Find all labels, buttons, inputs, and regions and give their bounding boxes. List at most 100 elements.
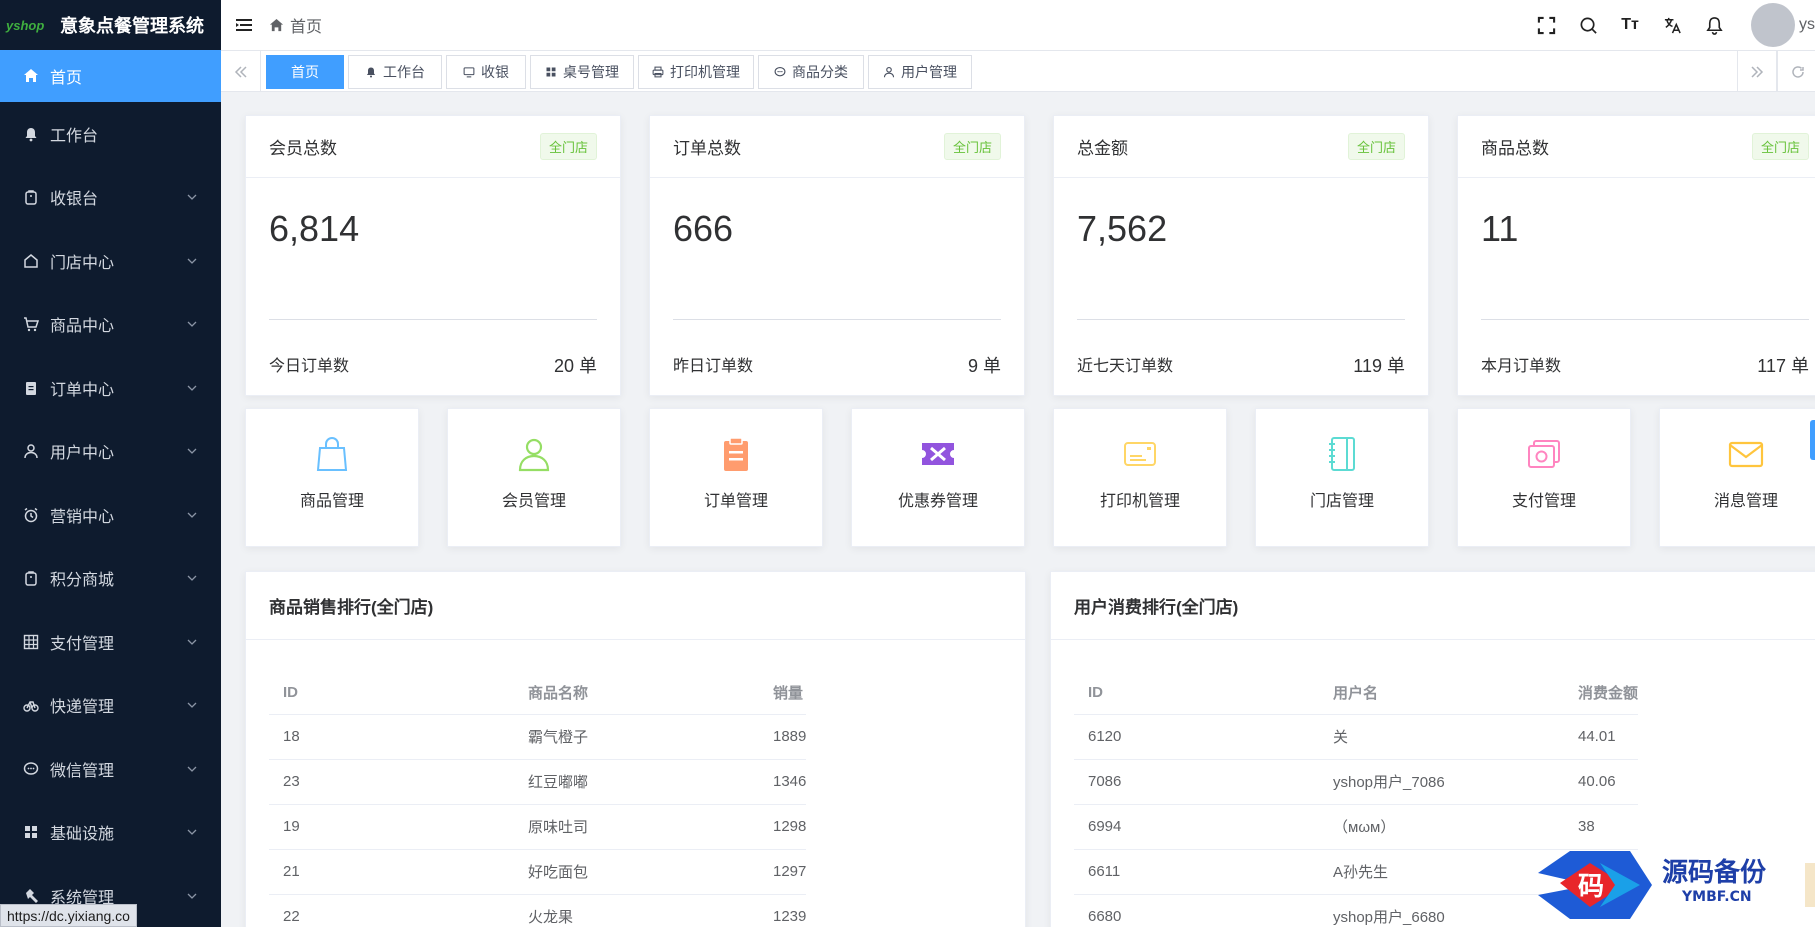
cart-icon	[24, 317, 39, 332]
tag-item[interactable]: 收银	[446, 55, 526, 89]
font-size-button[interactable]: Tт	[1609, 0, 1651, 50]
sidebar-item[interactable]: 商品中心	[0, 293, 221, 357]
sidebar-item[interactable]: 微信管理	[0, 737, 221, 801]
tags-scroll-right[interactable]	[1737, 51, 1777, 92]
tag-label: 商品分类	[792, 64, 848, 80]
avatar[interactable]	[1751, 3, 1795, 47]
quick-entry-tile[interactable]: 门店管理	[1255, 408, 1429, 547]
tag-list: 首页 工作台 收银 桌号管理 打印机管理 商品分类 用户管理	[266, 55, 972, 89]
settings-drawer-handle[interactable]	[1810, 420, 1815, 460]
tag-label: 收银	[481, 64, 509, 80]
apps-icon	[546, 67, 556, 77]
tags-scroll-left[interactable]	[221, 51, 261, 92]
tag-label: 用户管理	[901, 64, 957, 80]
apps-icon	[25, 826, 37, 839]
tag-label: 工作台	[383, 64, 425, 80]
tag-item[interactable]: 打印机管理	[638, 55, 754, 89]
table-row[interactable]: 21 好吃面包 1297	[269, 849, 807, 895]
tag-item[interactable]: 商品分类	[758, 55, 864, 89]
table-cell: 22	[269, 894, 514, 927]
table-cell: 1297	[759, 849, 807, 895]
quick-entry-tile[interactable]: 打印机管理	[1053, 408, 1227, 547]
sidebar-item[interactable]: 首页	[0, 50, 221, 102]
stat-footer-value: 9 单	[967, 356, 1001, 376]
search-icon	[1580, 17, 1597, 34]
sidebar-item[interactable]: 门店中心	[0, 229, 221, 293]
quick-entry-label: 门店管理	[1309, 493, 1374, 510]
scope-badge: 全门店	[539, 133, 597, 160]
stat-card-header: 会员总数 全门店	[246, 116, 620, 178]
table-row[interactable]: 18 霸气橙子 1889	[269, 714, 807, 760]
member-icon	[518, 438, 550, 472]
hamburger-icon[interactable]	[235, 16, 253, 34]
sidebar-item-label: 微信管理	[50, 762, 115, 780]
table-cell: 7086	[1074, 759, 1319, 805]
sidebar-item[interactable]: 收银台	[0, 166, 221, 230]
quick-entry-label: 优惠券管理	[897, 493, 978, 510]
chevron-down-icon	[187, 512, 197, 518]
table-row[interactable]: 6120 关 44.01	[1074, 714, 1639, 760]
sidebar-item[interactable]: 积分商城	[0, 547, 221, 611]
chevron-down-icon	[187, 194, 197, 201]
translate-button[interactable]	[1651, 0, 1693, 50]
chevron-down-icon	[187, 258, 197, 264]
sidebar-item[interactable]: 订单中心	[0, 356, 221, 420]
stat-title: 商品总数	[1481, 139, 1549, 158]
table-cell: 火龙果	[514, 894, 759, 927]
order-clipboard-icon	[724, 437, 748, 471]
bell-icon	[366, 67, 376, 78]
sidebar-item[interactable]: 基础设施	[0, 801, 221, 865]
divider	[1077, 319, 1405, 320]
sidebar-item[interactable]: 快递管理	[0, 674, 221, 738]
table-row[interactable]: 7086 yshop用户_7086 40.06	[1074, 759, 1639, 805]
alarm-icon	[24, 507, 38, 522]
font-size-icon: Tт	[1621, 16, 1639, 33]
fullscreen-button[interactable]	[1525, 0, 1567, 50]
sidebar-item-label: 快递管理	[50, 699, 115, 717]
tag-item[interactable]: 桌号管理	[530, 55, 634, 89]
table-row[interactable]: 22 火龙果 1239	[269, 894, 807, 927]
sidebar-item-label: 订单中心	[50, 381, 115, 399]
notification-button[interactable]	[1693, 0, 1735, 50]
user-icon	[883, 66, 895, 78]
tag-label: 首页	[291, 64, 319, 80]
sidebar-item[interactable]: 用户中心	[0, 420, 221, 484]
product-rank-card: 商品销售排行(全门店) ID 商品名称 销量 18 霸气橙子 1889 23 红豆嘟嘟 1…	[245, 571, 1026, 927]
stat-card: 订单总数 全门店 666 昨日订单数 9 单	[649, 115, 1025, 396]
stat-value: 7,562	[1077, 208, 1168, 249]
quick-entry-label: 会员管理	[501, 493, 566, 510]
tags-refresh[interactable]	[1777, 51, 1815, 92]
watermark-text: 源码备份	[1662, 858, 1766, 888]
header-tools: Tт ys	[1525, 0, 1815, 50]
table-row[interactable]: 19 原味吐司 1298	[269, 804, 807, 850]
tag-item[interactable]: 用户管理	[868, 55, 972, 89]
sidebar-item-label: 商品中心	[50, 318, 115, 336]
product-rank-title: 商品销售排行(全门店)	[246, 572, 1025, 640]
tag-item[interactable]: 首页	[266, 55, 344, 89]
quick-entry-tile[interactable]: 支付管理	[1457, 408, 1631, 547]
quick-entry-tile[interactable]: 订单管理	[649, 408, 823, 547]
bag-icon	[25, 571, 37, 586]
chevron-down-icon	[187, 321, 197, 328]
sidebar-item[interactable]: 支付管理	[0, 610, 221, 674]
quick-entry-tile[interactable]: 商品管理	[245, 408, 419, 547]
notebook-icon	[1329, 437, 1355, 471]
table-row[interactable]: 23 红豆嘟嘟 1346	[269, 759, 807, 805]
tag-item[interactable]: 工作台	[348, 55, 442, 89]
quick-entry-tile[interactable]: 会员管理	[447, 408, 621, 547]
quick-entry-tile[interactable]: 优惠券管理	[851, 408, 1025, 547]
tag-label: 桌号管理	[563, 64, 619, 80]
translate-icon	[1664, 17, 1681, 33]
sidebar-item[interactable]: 营销中心	[0, 483, 221, 547]
divider	[269, 319, 597, 320]
user-name[interactable]: ys	[1799, 16, 1815, 34]
search-button[interactable]	[1567, 0, 1609, 50]
table-cell: 关	[1319, 714, 1564, 760]
sidebar-item[interactable]: 工作台	[0, 102, 221, 166]
stat-card-header: 总金额 全门店	[1054, 116, 1428, 178]
quick-entry-tile[interactable]: 消息管理	[1659, 408, 1815, 547]
divider	[673, 319, 1001, 320]
home-icon	[24, 69, 38, 82]
breadcrumb-item[interactable]: 首页	[290, 13, 322, 37]
table-cell: 6994	[1074, 804, 1319, 850]
